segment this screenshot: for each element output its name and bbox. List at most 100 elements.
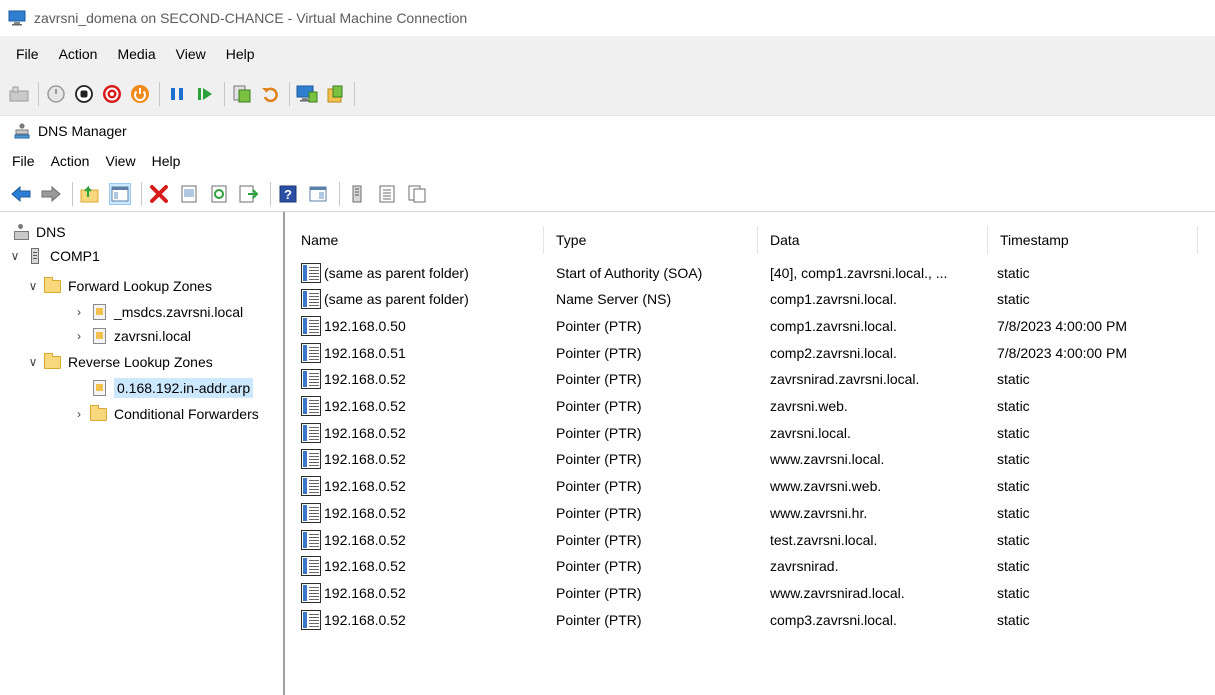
share-icon[interactable]: [324, 83, 346, 105]
record-name-cell: 192.168.0.51: [301, 340, 541, 365]
record-type: Pointer (PTR): [556, 611, 642, 628]
dns-menu-bar: File Action View Help: [0, 146, 1215, 176]
record-name: 192.168.0.52: [324, 478, 406, 495]
pause-icon[interactable]: [166, 83, 188, 105]
table-row[interactable]: (same as parent folder) Start of Authorit…: [289, 260, 1215, 285]
table-row[interactable]: 192.168.0.52 Pointer (PTR) zavrsnirad.zavr…: [289, 367, 1215, 392]
server-icon[interactable]: [346, 183, 368, 205]
record-name: 192.168.0.52: [324, 584, 406, 601]
record-timestamp: static: [997, 291, 1030, 308]
table-row[interactable]: (same as parent folder) Name Server (NS) c…: [289, 287, 1215, 312]
table-row[interactable]: 192.168.0.52 Pointer (PTR) zavrsni.web. sta…: [289, 394, 1215, 419]
revert-icon[interactable]: [259, 83, 281, 105]
resume-icon[interactable]: [194, 83, 216, 105]
record-data: comp1.zavrsni.local.: [770, 291, 897, 308]
dns-record-icon: [301, 609, 321, 630]
tree-item-zavrsni-local-zone[interactable]: › zavrsni.local: [72, 324, 191, 348]
delete-icon[interactable]: [148, 183, 170, 205]
tree-item-msdcs-zone[interactable]: › _msdcs.zavrsni.local: [72, 300, 243, 324]
up-folder-icon[interactable]: [79, 183, 101, 205]
table-row[interactable]: 192.168.0.52 Pointer (PTR) www.zavrsni.hr.…: [289, 500, 1215, 525]
enhanced-session-icon[interactable]: [296, 83, 318, 105]
console-tree-icon[interactable]: [307, 183, 329, 205]
record-data: zavrsni.web.: [770, 398, 848, 414]
dns-menu-action[interactable]: Action: [43, 153, 98, 169]
ctrl-alt-del-icon[interactable]: [8, 83, 30, 105]
tree-item-comp1[interactable]: ∨ COMP1: [8, 244, 100, 268]
copy-icon[interactable]: [406, 183, 428, 205]
toolbar-separator: [224, 81, 225, 106]
dns-record-icon: [301, 502, 321, 523]
record-name: 192.168.0.52: [324, 611, 406, 628]
record-type: Pointer (PTR): [556, 584, 642, 601]
forward-arrow-icon[interactable]: [40, 183, 62, 205]
tree-item-dns[interactable]: DNS: [12, 220, 66, 244]
vm-menu-view[interactable]: View: [166, 46, 216, 62]
record-data: comp1.zavrsni.local.: [770, 317, 897, 334]
record-type: Pointer (PTR): [556, 478, 642, 495]
properties-icon[interactable]: [178, 183, 200, 205]
column-header-type[interactable]: Type: [544, 226, 758, 254]
export-list-icon[interactable]: [238, 183, 260, 205]
vm-menu-file[interactable]: File: [6, 46, 49, 62]
chevron-down-icon[interactable]: ∨: [26, 355, 40, 369]
chevron-down-icon[interactable]: ∨: [8, 249, 22, 263]
help-icon[interactable]: ?: [277, 183, 299, 205]
list-icon[interactable]: [376, 183, 398, 205]
record-timestamp: static: [997, 478, 1030, 495]
record-timestamp: static: [997, 398, 1030, 414]
chevron-right-icon[interactable]: ›: [72, 407, 86, 421]
server-icon: [26, 248, 44, 264]
dns-record-icon: [301, 396, 321, 416]
vm-toolbar: [0, 72, 1215, 116]
refresh-icon[interactable]: [208, 183, 230, 205]
record-name: 192.168.0.50: [324, 317, 406, 334]
column-header-name[interactable]: Name: [289, 226, 544, 254]
checkpoint-icon[interactable]: [231, 83, 253, 105]
chevron-down-icon[interactable]: ∨: [26, 279, 40, 293]
column-header-data[interactable]: Data: [758, 226, 988, 254]
tree-label: zavrsni.local: [114, 328, 192, 344]
tree-item-forward-lookup-zones[interactable]: ∨ Forward Lookup Zones: [26, 274, 212, 298]
table-row[interactable]: 192.168.0.52 Pointer (PTR) comp3.zavrsni.l…: [289, 607, 1215, 632]
dns-menu-view[interactable]: View: [97, 153, 143, 169]
vm-menu-bar: File Action Media View Help: [0, 36, 1215, 72]
chevron-right-icon[interactable]: ›: [72, 305, 86, 319]
tree-item-reverse-zone-selected[interactable]: 0.168.192.in-addr.arp: [90, 376, 254, 400]
record-timestamp: static: [997, 504, 1030, 521]
power-icon[interactable]: [129, 83, 151, 105]
chevron-right-icon[interactable]: ›: [72, 329, 86, 343]
table-row[interactable]: 192.168.0.52 Pointer (PTR) test.zavrsni.lo…: [289, 527, 1215, 552]
table-row[interactable]: 192.168.0.51 Pointer (PTR) comp2.zavrsni.l…: [289, 340, 1215, 365]
show-hide-tree-icon[interactable]: [109, 182, 131, 205]
pane-splitter[interactable]: [284, 212, 288, 695]
record-data: [40], comp1.zavrsni.local., ...: [770, 264, 948, 281]
back-arrow-icon[interactable]: [10, 183, 32, 205]
column-header-timestamp[interactable]: Timestamp: [988, 226, 1198, 254]
dns-menu-file[interactable]: File: [4, 153, 43, 169]
dns-record-icon: [301, 556, 321, 577]
dns-menu-help[interactable]: Help: [144, 153, 189, 169]
tree-item-conditional-forwarders[interactable]: › Conditional Forwarders: [72, 402, 259, 426]
start-icon[interactable]: [45, 83, 67, 105]
record-timestamp: static: [997, 558, 1030, 575]
record-timestamp: static: [997, 584, 1030, 601]
table-row[interactable]: 192.168.0.52 Pointer (PTR) zavrsni.local. s…: [289, 420, 1215, 445]
table-row[interactable]: 192.168.0.50 Pointer (PTR) comp1.zavrsni.l…: [289, 313, 1215, 338]
shutdown-icon[interactable]: [101, 83, 123, 105]
turn-off-icon[interactable]: [73, 83, 95, 105]
table-row[interactable]: 192.168.0.52 Pointer (PTR) www.zavrsnirad.…: [289, 580, 1215, 605]
table-row[interactable]: 192.168.0.52 Pointer (PTR) www.zavrsni.web…: [289, 474, 1215, 499]
record-name-cell: 192.168.0.52: [301, 447, 541, 472]
console-tree-pane: DNS ∨ COMP1 ∨ Forward Lookup Zones › _ms…: [0, 212, 284, 695]
tree-item-reverse-lookup-zones[interactable]: ∨ Reverse Lookup Zones: [26, 350, 213, 374]
table-row[interactable]: 192.168.0.52 Pointer (PTR) www.zavrsni.loc…: [289, 447, 1215, 472]
record-name-cell: 192.168.0.52: [301, 580, 541, 605]
record-name-cell: 192.168.0.52: [301, 500, 541, 525]
vm-menu-media[interactable]: Media: [107, 46, 165, 62]
record-data: www.zavrsni.local.: [770, 451, 885, 468]
vm-menu-help[interactable]: Help: [216, 46, 265, 62]
record-name: 192.168.0.52: [324, 504, 406, 521]
vm-menu-action[interactable]: Action: [49, 46, 108, 62]
table-row[interactable]: 192.168.0.52 Pointer (PTR) zavrsnirad. stat…: [289, 554, 1215, 579]
